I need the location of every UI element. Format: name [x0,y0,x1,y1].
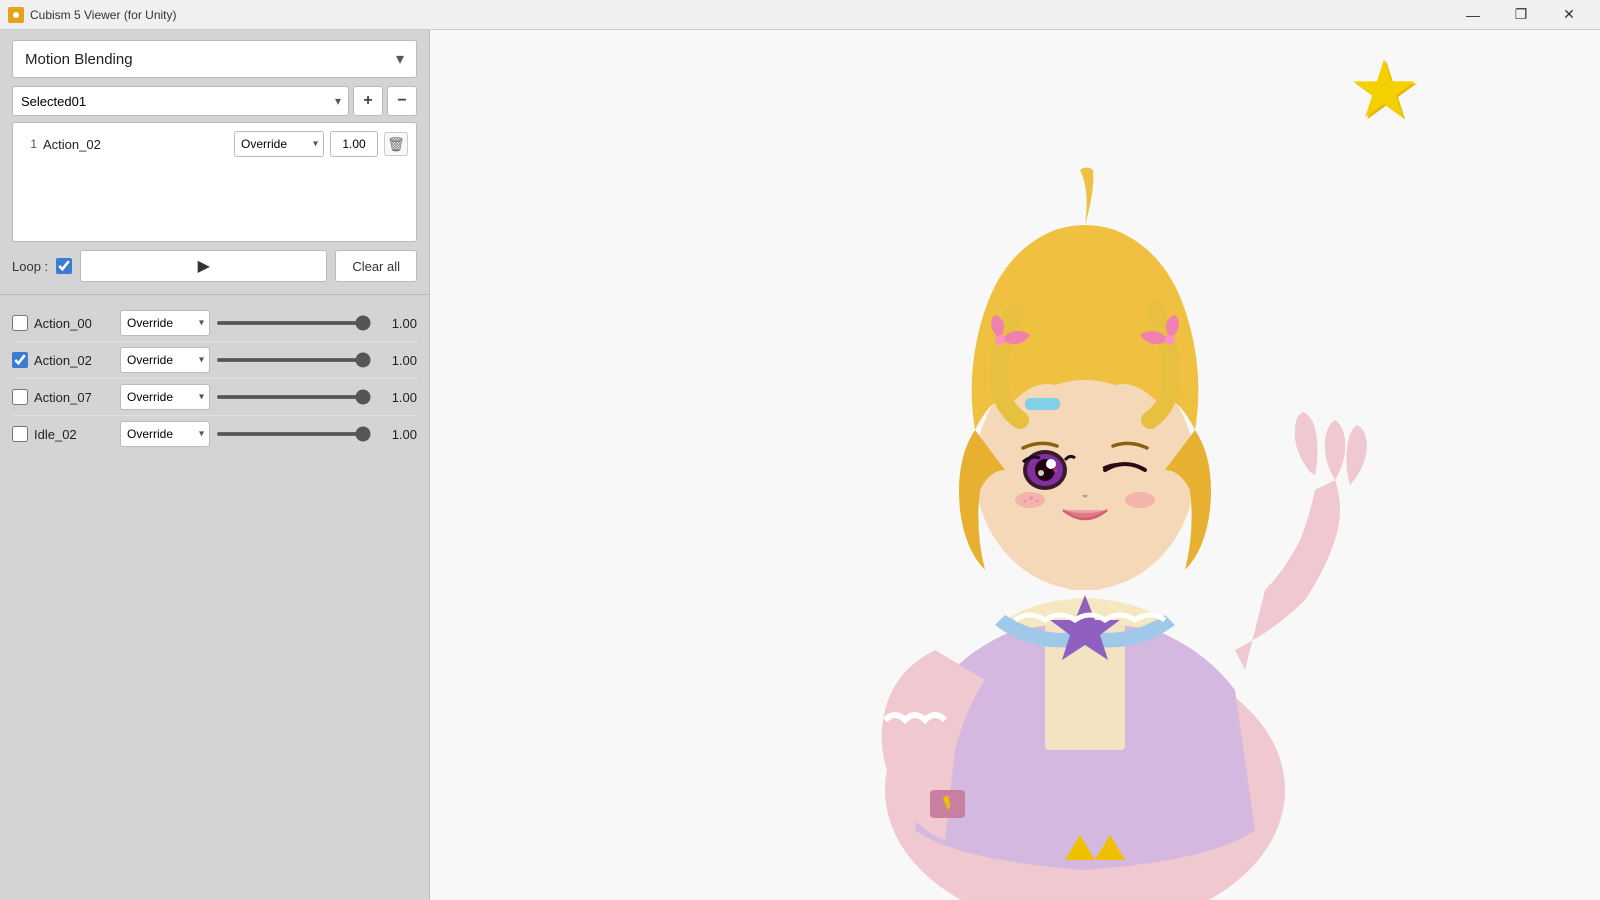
action-blend-select-1[interactable]: Override Additive Multiply [120,347,210,373]
action-blend-wrapper-1: Override Additive Multiply [120,347,210,373]
play-icon: ▶ [198,256,210,276]
action-row-2: Action_07 Override Additive Multiply 1.0… [12,379,417,416]
character-illustration [735,110,1435,900]
preset-row: Selected01 Selected02 Selected03 + − [12,86,417,116]
motion-number: 1 [21,137,37,151]
action-value-3: 1.00 [377,427,417,442]
motion-weight-input[interactable] [330,131,378,157]
action-value-0: 1.00 [377,316,417,331]
minimize-button[interactable]: — [1450,0,1496,30]
action-row-1: Action_02 Override Additive Multiply 1.0… [12,342,417,379]
action-name-1: Action_02 [34,353,114,368]
action-name-0: Action_00 [34,316,114,331]
character-area [430,30,1600,900]
blend-mode-select-wrapper: Override Additive Multiply [234,131,324,157]
play-button[interactable]: ▶ [80,250,327,282]
motion-name: Action_02 [43,137,228,152]
motion-blend-mode-select[interactable]: Override Additive Multiply [234,131,324,157]
action-checkbox-3[interactable] [12,426,28,442]
loop-checkbox[interactable] [56,258,72,274]
action-blend-select-0[interactable]: Override Additive Multiply [120,310,210,336]
motion-blending-header[interactable]: Motion Blending ▾ [12,40,417,78]
action-row-3: Idle_02 Override Additive Multiply 1.00 [12,416,417,452]
divider [0,294,429,295]
chevron-down-icon: ▾ [396,49,404,69]
preset-select[interactable]: Selected01 Selected02 Selected03 [12,86,349,116]
action-checkbox-1[interactable] [12,352,28,368]
action-list-area: Action_00 Override Additive Multiply 1.0… [12,305,417,894]
titlebar: Cubism 5 Viewer (for Unity) — ❐ ✕ [0,0,1600,30]
action-blend-select-3[interactable]: Override Additive Multiply [120,421,210,447]
action-slider-1[interactable] [216,358,371,362]
action-blend-wrapper-0: Override Additive Multiply [120,310,210,336]
titlebar-controls: — ❐ ✕ [1450,0,1592,30]
action-value-1: 1.00 [377,353,417,368]
action-blend-wrapper-3: Override Additive Multiply [120,421,210,447]
action-name-3: Idle_02 [34,427,114,442]
loop-label: Loop : [12,259,48,274]
motion-list-area: 1 Action_02 Override Additive Multiply 🗑 [12,122,417,242]
motion-item-row: 1 Action_02 Override Additive Multiply 🗑 [17,127,412,161]
action-checkbox-2[interactable] [12,389,28,405]
add-preset-button[interactable]: + [353,86,383,116]
motion-blending-title: Motion Blending [25,51,133,68]
restore-button[interactable]: ❐ [1498,0,1544,30]
action-slider-2[interactable] [216,395,371,399]
close-button[interactable]: ✕ [1546,0,1592,30]
main-area: Motion Blending ▾ Selected01 Selected02 … [0,30,1600,900]
right-panel: ★ [430,30,1600,900]
action-row: Action_00 Override Additive Multiply 1.0… [12,305,417,342]
remove-preset-button[interactable]: − [387,86,417,116]
action-slider-0[interactable] [216,321,371,325]
app-title: Cubism 5 Viewer (for Unity) [30,8,176,22]
left-panel: Motion Blending ▾ Selected01 Selected02 … [0,30,430,900]
action-name-2: Action_07 [34,390,114,405]
action-value-2: 1.00 [377,390,417,405]
controls-row: Loop : ▶ Clear all [12,250,417,282]
delete-motion-button[interactable]: 🗑 [384,132,408,156]
action-checkbox-0[interactable] [12,315,28,331]
action-slider-3[interactable] [216,432,371,436]
app-icon [8,7,24,23]
action-blend-select-2[interactable]: Override Additive Multiply [120,384,210,410]
clear-all-button[interactable]: Clear all [335,250,417,282]
action-blend-wrapper-2: Override Additive Multiply [120,384,210,410]
preset-select-wrapper: Selected01 Selected02 Selected03 [12,86,349,116]
titlebar-left: Cubism 5 Viewer (for Unity) [8,7,176,23]
